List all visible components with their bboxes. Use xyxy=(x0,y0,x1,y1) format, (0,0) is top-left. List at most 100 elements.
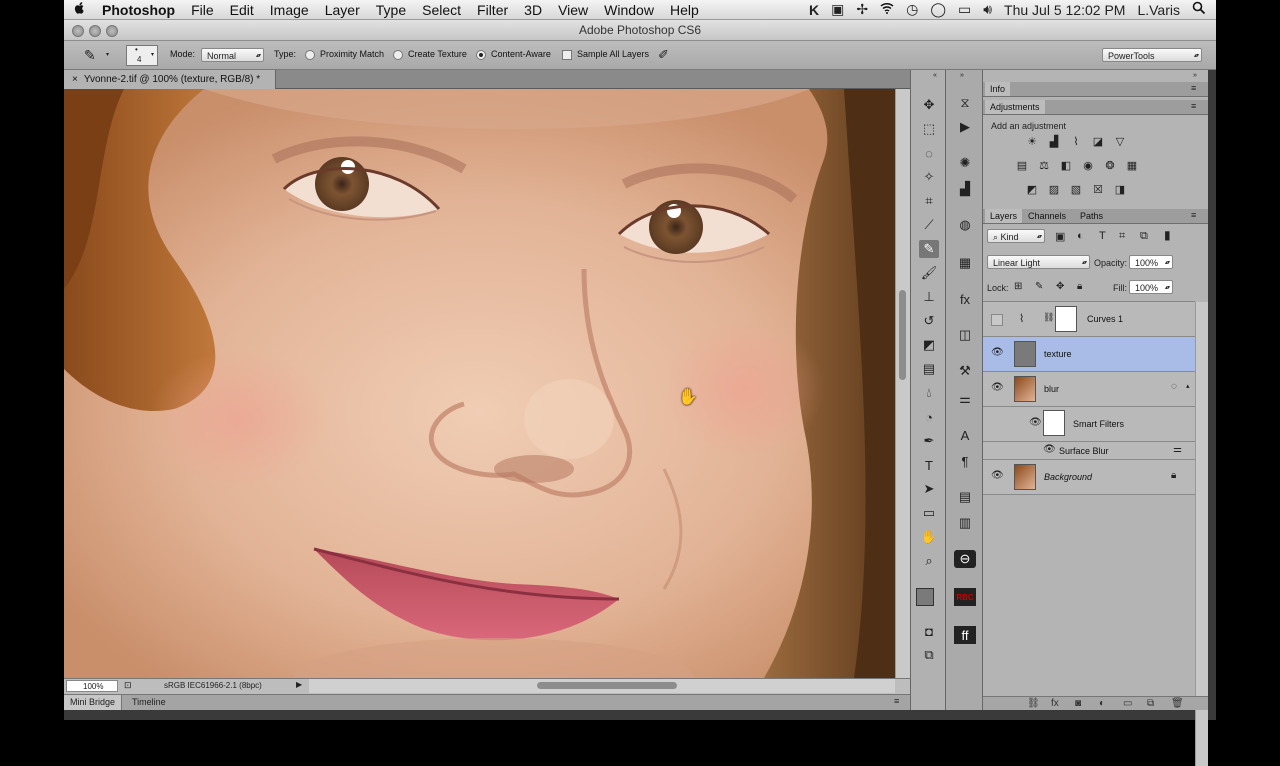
spot-healing-tool-icon[interactable]: ✎ xyxy=(919,240,939,258)
menubar-user[interactable]: L.Varis xyxy=(1137,2,1180,18)
menu-select[interactable]: Select xyxy=(414,2,469,18)
content-aware-label[interactable]: Content-Aware xyxy=(491,49,551,59)
lock-position-icon[interactable]: ✥ xyxy=(1056,281,1064,292)
expand-panels-icon[interactable]: » xyxy=(960,72,964,79)
keyboard-icon[interactable]: K xyxy=(809,2,819,18)
lock-transparency-icon[interactable]: ⊞ xyxy=(1014,281,1022,292)
menu-type[interactable]: Type xyxy=(368,2,414,18)
color-lookup-icon[interactable]: ▦ xyxy=(1125,160,1139,172)
adjustments-panel-menu-icon[interactable]: ≡ xyxy=(1191,101,1196,111)
tab-layers[interactable]: Layers xyxy=(985,209,1023,223)
foreground-color-swatch[interactable] xyxy=(916,588,934,606)
menu-image[interactable]: Image xyxy=(262,2,317,18)
proximity-match-radio[interactable] xyxy=(305,50,315,60)
collapse-effects-icon[interactable]: ▴ xyxy=(1186,382,1190,390)
vibrance-icon[interactable]: ▽ xyxy=(1113,136,1127,148)
panel-menu-icon[interactable]: ≡ xyxy=(894,696,899,706)
notes-panel-icon[interactable]: ◫ xyxy=(954,326,976,344)
plugin-panel-icon[interactable]: ⊖ xyxy=(954,550,976,568)
quick-selection-tool-icon[interactable]: ✧ xyxy=(919,168,939,186)
filter-name[interactable]: Surface Blur xyxy=(1059,446,1109,456)
lasso-tool-icon[interactable]: ◌ xyxy=(919,144,939,162)
layer-name[interactable]: texture xyxy=(1044,349,1072,359)
filter-type-icon[interactable]: T xyxy=(1099,230,1106,242)
menu-layer[interactable]: Layer xyxy=(317,2,368,18)
posterize-icon[interactable]: ▨ xyxy=(1047,184,1061,196)
screen-mode-icon[interactable]: ⧉ xyxy=(919,646,939,664)
tab-adjustments[interactable]: Adjustments xyxy=(985,100,1045,114)
display-icon[interactable]: ▭ xyxy=(958,1,971,18)
workspace-select[interactable]: PowerTools xyxy=(1102,48,1202,63)
layers-panel-menu-icon[interactable]: ≡ xyxy=(1191,210,1196,220)
filter-pixel-icon[interactable]: ▣ xyxy=(1055,230,1065,243)
mode-select[interactable]: Normal xyxy=(201,48,264,63)
volume-icon[interactable]: 🔊︎ xyxy=(983,1,992,18)
rbc-plugin-icon[interactable]: RBC xyxy=(954,588,976,606)
pen-tool-icon[interactable]: ✒ xyxy=(919,432,939,450)
vertical-scroll-thumb[interactable] xyxy=(899,290,906,380)
eye-icon[interactable]: 👁︎ xyxy=(1043,444,1056,455)
layer-filter-select[interactable]: ⌕ Kind xyxy=(987,229,1045,244)
menu-help[interactable]: Help xyxy=(662,2,707,18)
color-balance-icon[interactable]: ⚖ xyxy=(1037,160,1051,172)
exposure-icon[interactable]: ◪ xyxy=(1091,136,1105,148)
crop-tool-icon[interactable]: ⌗ xyxy=(919,192,939,210)
wifi-icon[interactable] xyxy=(880,1,894,18)
smart-filter-options-icon[interactable]: ◌ xyxy=(1171,381,1177,392)
quick-mask-icon[interactable]: ◘ xyxy=(919,622,939,640)
vertical-scrollbar[interactable] xyxy=(895,89,910,678)
zoom-field[interactable]: 100% xyxy=(66,680,118,692)
tab-info[interactable]: Info xyxy=(985,82,1011,96)
tool-preset-chevron-icon[interactable]: ▾ xyxy=(106,51,109,58)
invert-icon[interactable]: ◩ xyxy=(1025,184,1039,196)
gradient-tool-icon[interactable]: ▤ xyxy=(919,360,939,378)
pressure-size-icon[interactable]: ✐ xyxy=(658,47,669,63)
status-menu-arrow-icon[interactable]: ▶ xyxy=(296,680,302,689)
eye-icon[interactable]: 👁︎ xyxy=(991,347,1004,358)
hue-saturation-icon[interactable]: ▤ xyxy=(1015,160,1029,172)
document-canvas[interactable]: ✋ xyxy=(64,89,895,678)
proximity-match-label[interactable]: Proximity Match xyxy=(320,49,384,59)
spot-healing-brush-icon[interactable]: ✎ xyxy=(84,47,96,64)
add-layer-style-icon[interactable]: fx xyxy=(1051,698,1059,709)
layer-thumbnail[interactable] xyxy=(1014,464,1036,490)
shape-tool-icon[interactable]: ▭ xyxy=(919,504,939,522)
layer-row-blur[interactable]: 👁︎ blur ◌ ▴ xyxy=(983,372,1195,407)
tab-timeline[interactable]: Timeline xyxy=(126,695,172,710)
smart-filter-mask-thumbnail[interactable] xyxy=(1043,410,1065,436)
menu-file[interactable]: File xyxy=(183,2,222,18)
history-brush-tool-icon[interactable]: ↺ xyxy=(919,312,939,330)
zoom-tool-icon[interactable]: ⌕ xyxy=(919,552,939,570)
status-info-icon[interactable]: ⊡ xyxy=(124,680,132,691)
sync-icon[interactable]: ◯ xyxy=(930,1,946,18)
layer-thumbnail[interactable] xyxy=(1014,341,1036,367)
dodge-tool-icon[interactable]: ◔ xyxy=(919,408,939,426)
info-panel-menu-icon[interactable]: ≡ xyxy=(1191,83,1196,93)
menu-view[interactable]: View xyxy=(550,2,596,18)
content-aware-radio[interactable] xyxy=(476,50,486,60)
brush-tool-icon[interactable]: 🖌︎ xyxy=(919,264,939,282)
lock-pixels-icon[interactable]: ✎ xyxy=(1035,281,1043,292)
opacity-field[interactable]: 100% xyxy=(1129,255,1173,270)
new-adjustment-layer-icon[interactable]: ◐ xyxy=(1099,698,1105,709)
horizontal-scrollbar[interactable] xyxy=(309,679,895,693)
gradient-map-icon[interactable]: ☒ xyxy=(1091,184,1105,196)
tab-channels[interactable]: Channels xyxy=(1023,209,1071,223)
layer-row-background[interactable]: 👁︎ Background 🔒︎ xyxy=(983,460,1195,495)
character-panel-icon[interactable]: A xyxy=(954,426,976,444)
swatches-panel-icon[interactable]: ▥ xyxy=(954,514,976,532)
eraser-tool-icon[interactable]: ◩ xyxy=(919,336,939,354)
blend-mode-select[interactable]: Linear Light xyxy=(987,255,1090,270)
histogram-panel-icon[interactable]: ▟ xyxy=(954,180,976,198)
black-white-icon[interactable]: ◧ xyxy=(1059,160,1073,172)
styles-panel-icon[interactable]: fx xyxy=(954,290,976,308)
horizontal-scroll-thumb[interactable] xyxy=(537,682,677,689)
filter-blending-options-icon[interactable]: ⚌ xyxy=(1173,444,1182,455)
sample-all-layers-label[interactable]: Sample All Layers xyxy=(577,49,649,59)
document-tab[interactable]: × Yvonne-2.tif @ 100% (texture, RGB/8) * xyxy=(64,70,276,89)
brush-size-picker[interactable]: • 4 ▾ xyxy=(126,45,158,66)
eyedropper-tool-icon[interactable]: ⟋ xyxy=(919,216,939,234)
tool-presets-panel-icon[interactable]: ⚒ xyxy=(954,362,976,380)
brightness-contrast-icon[interactable]: ☀ xyxy=(1025,136,1039,148)
fx-plugin-icon[interactable]: ff xyxy=(954,626,976,644)
